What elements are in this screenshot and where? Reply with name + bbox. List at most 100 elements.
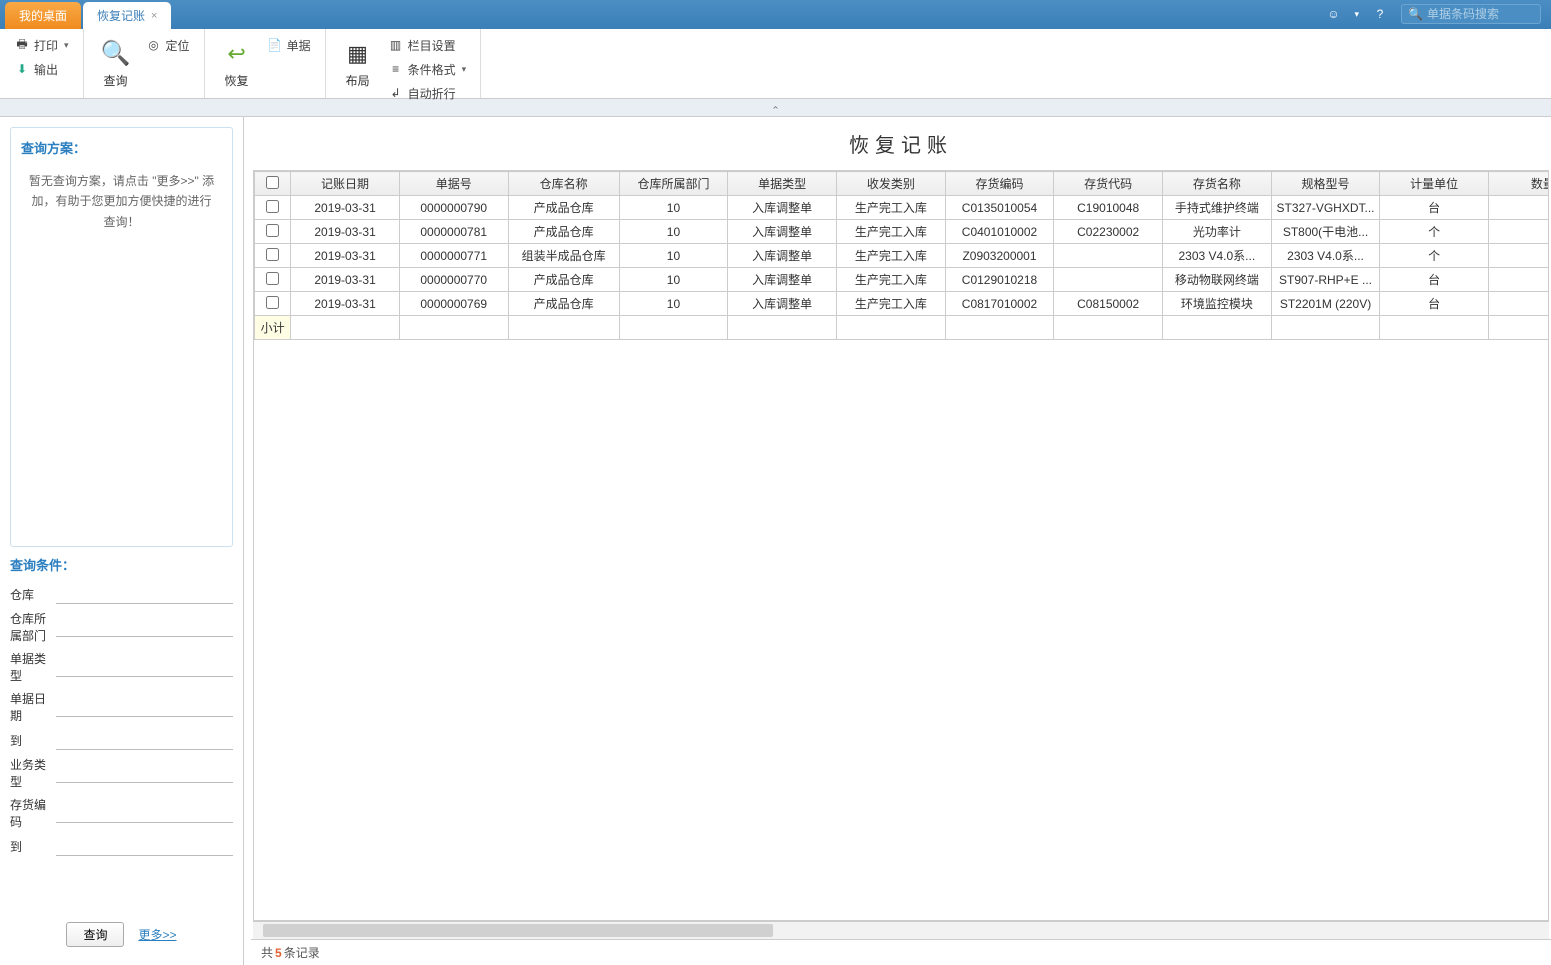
restore-button[interactable]: ↩ 恢复 bbox=[213, 34, 261, 93]
col-inout[interactable]: 收发类别 bbox=[836, 172, 945, 196]
output-button[interactable]: ⬇ 输出 bbox=[8, 58, 75, 80]
cell-inv: C0135010054 bbox=[945, 196, 1054, 220]
col-code[interactable]: 存货代码 bbox=[1054, 172, 1163, 196]
cell-dept: 10 bbox=[619, 268, 728, 292]
chevron-down-icon[interactable]: ▾ bbox=[1354, 9, 1359, 20]
cell-doc: 0000000781 bbox=[399, 220, 508, 244]
btn-label: 查询 bbox=[104, 72, 128, 89]
voucher-button[interactable]: 📄 单据 bbox=[261, 34, 317, 56]
barcode-search[interactable]: 🔍 bbox=[1401, 4, 1541, 24]
cell-doc: 0000000770 bbox=[399, 268, 508, 292]
splitter[interactable] bbox=[244, 117, 251, 965]
field-invcode-label: 存货编码 bbox=[10, 796, 56, 830]
cell-uom: 台 bbox=[1380, 268, 1489, 292]
status-count: 5 bbox=[275, 946, 282, 960]
cell-date: 2019-03-31 bbox=[291, 292, 400, 316]
cell-wh: 产成品仓库 bbox=[508, 220, 619, 244]
user-icon[interactable]: ☺ bbox=[1324, 5, 1342, 23]
data-grid: 记账日期 单据号 仓库名称 仓库所属部门 单据类型 收发类别 存货编码 存货代码… bbox=[254, 171, 1549, 340]
cell-doc: 0000000771 bbox=[399, 244, 508, 268]
query-plan-panel: 查询方案： 暂无查询方案，请点击 "更多>>" 添加，有助于您更加方便快捷的进行… bbox=[10, 127, 233, 547]
btn-label: 条件格式 bbox=[408, 61, 456, 78]
tab-desktop[interactable]: 我的桌面 bbox=[5, 2, 81, 29]
cell-code bbox=[1054, 244, 1163, 268]
scrollbar-thumb[interactable] bbox=[263, 924, 773, 937]
col-spec[interactable]: 规格型号 bbox=[1271, 172, 1380, 196]
cell-inv: C0817010002 bbox=[945, 292, 1054, 316]
locate-button[interactable]: ◎ 定位 bbox=[140, 34, 196, 56]
col-doc[interactable]: 单据号 bbox=[399, 172, 508, 196]
col-bill[interactable]: 单据类型 bbox=[728, 172, 837, 196]
btn-label: 布局 bbox=[346, 72, 370, 89]
close-icon[interactable]: × bbox=[151, 10, 157, 22]
cell-inout: 生产完工入库 bbox=[836, 220, 945, 244]
cond-format-button[interactable]: ≡ 条件格式 ▾ bbox=[382, 58, 473, 80]
table-row[interactable]: 2019-03-310000000781产成品仓库10入库调整单生产完工入库C0… bbox=[255, 220, 1550, 244]
cell-code: C02230002 bbox=[1054, 220, 1163, 244]
cell-inout: 生产完工入库 bbox=[836, 292, 945, 316]
tab-right-tools: ☺ ▾ ? 🔍 bbox=[1324, 4, 1541, 24]
left-footer: 查询 更多>> bbox=[10, 914, 233, 955]
cell-wh: 产成品仓库 bbox=[508, 196, 619, 220]
field-dept-input[interactable] bbox=[56, 617, 233, 637]
cell-bill: 入库调整单 bbox=[728, 268, 837, 292]
field-dept-label: 仓库所属部门 bbox=[10, 610, 56, 644]
field-invcode-input[interactable] bbox=[56, 803, 233, 823]
query-button[interactable]: 🔍 查询 bbox=[92, 34, 140, 93]
field-billdate-input[interactable] bbox=[56, 697, 233, 717]
field-biztype-label: 业务类型 bbox=[10, 756, 56, 790]
col-name[interactable]: 存货名称 bbox=[1163, 172, 1272, 196]
grid-wrap[interactable]: 记账日期 单据号 仓库名称 仓库所属部门 单据类型 收发类别 存货编码 存货代码… bbox=[253, 170, 1549, 921]
field-to1-input[interactable] bbox=[56, 730, 233, 750]
row-checkbox[interactable] bbox=[266, 248, 279, 261]
chevron-down-icon: ▾ bbox=[64, 40, 69, 51]
tab-label: 恢复记账 bbox=[97, 7, 145, 24]
cell-code: C08150002 bbox=[1054, 292, 1163, 316]
help-icon[interactable]: ? bbox=[1371, 5, 1389, 23]
cell-code: C19010048 bbox=[1054, 196, 1163, 220]
cell-date: 2019-03-31 bbox=[291, 268, 400, 292]
wrap-icon: ↲ bbox=[388, 85, 404, 101]
cell-spec: 2303 V4.0系... bbox=[1271, 244, 1380, 268]
field-biztype-input[interactable] bbox=[56, 763, 233, 783]
barcode-search-input[interactable] bbox=[1427, 7, 1527, 21]
col-wh[interactable]: 仓库名称 bbox=[508, 172, 619, 196]
select-all-checkbox[interactable] bbox=[266, 176, 279, 189]
table-row[interactable]: 2019-03-310000000790产成品仓库10入库调整单生产完工入库C0… bbox=[255, 196, 1550, 220]
chevron-left-icon: ‹ bbox=[770, 106, 781, 109]
horizontal-scrollbar[interactable] bbox=[253, 921, 1549, 939]
field-to1-label: 到 bbox=[10, 732, 56, 749]
row-checkbox[interactable] bbox=[266, 296, 279, 309]
table-row[interactable]: 2019-03-310000000771组装半成品仓库10入库调整单生产完工入库… bbox=[255, 244, 1550, 268]
row-checkbox[interactable] bbox=[266, 224, 279, 237]
cell-wh: 产成品仓库 bbox=[508, 292, 619, 316]
auto-wrap-button[interactable]: ↲ 自动折行 bbox=[382, 82, 473, 104]
layout-button[interactable]: ▦ 布局 bbox=[334, 34, 382, 93]
row-checkbox[interactable] bbox=[266, 272, 279, 285]
toolbar-collapse[interactable]: ‹ bbox=[0, 99, 1551, 117]
cell-date: 2019-03-31 bbox=[291, 244, 400, 268]
table-row[interactable]: 2019-03-310000000770产成品仓库10入库调整单生产完工入库C0… bbox=[255, 268, 1550, 292]
tab-restore[interactable]: 恢复记账 × bbox=[83, 2, 171, 29]
table-row[interactable]: 2019-03-310000000769产成品仓库10入库调整单生产完工入库C0… bbox=[255, 292, 1550, 316]
magnifier-icon: 🔍 bbox=[100, 38, 132, 69]
cell-inout: 生产完工入库 bbox=[836, 196, 945, 220]
print-button[interactable]: 🖶 打印 ▾ bbox=[8, 34, 75, 56]
col-qty[interactable]: 数量 bbox=[1489, 172, 1549, 196]
query-plan-title: 查询方案： bbox=[21, 138, 222, 157]
col-inv[interactable]: 存货编码 bbox=[945, 172, 1054, 196]
field-billtype-input[interactable] bbox=[56, 657, 233, 677]
query-submit-button[interactable]: 查询 bbox=[66, 922, 124, 947]
col-uom[interactable]: 计量单位 bbox=[1380, 172, 1489, 196]
col-date[interactable]: 记账日期 bbox=[291, 172, 400, 196]
cell-dept: 10 bbox=[619, 220, 728, 244]
col-dept[interactable]: 仓库所属部门 bbox=[619, 172, 728, 196]
row-checkbox[interactable] bbox=[266, 200, 279, 213]
field-warehouse-input[interactable] bbox=[56, 584, 233, 604]
field-to2-input[interactable] bbox=[56, 836, 233, 856]
cell-uom: 台 bbox=[1380, 292, 1489, 316]
header-checkbox-cell[interactable] bbox=[255, 172, 291, 196]
column-setting-button[interactable]: ▥ 栏目设置 bbox=[382, 34, 473, 56]
more-link[interactable]: 更多>> bbox=[138, 926, 176, 943]
cell-bill: 入库调整单 bbox=[728, 220, 837, 244]
